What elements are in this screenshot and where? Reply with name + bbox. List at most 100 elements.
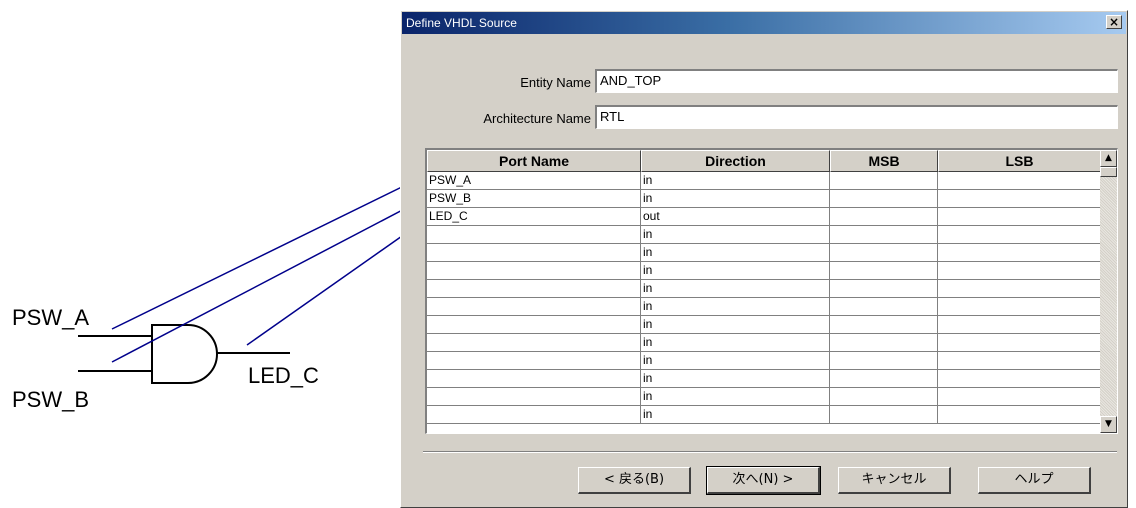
scroll-down-button[interactable]: ▼ — [1100, 416, 1117, 433]
architecture-name-label: Architecture Name — [483, 111, 591, 126]
table-row[interactable]: in — [427, 280, 1101, 298]
table-row[interactable]: in — [427, 352, 1101, 370]
table-row[interactable]: in — [427, 334, 1101, 352]
port-name-cell[interactable]: PSW_B — [427, 190, 641, 208]
arrow-psw-b — [111, 204, 413, 363]
table-row[interactable]: in — [427, 262, 1101, 280]
table-row[interactable]: PSW_A in — [427, 172, 1101, 190]
port-name-cell[interactable] — [427, 370, 641, 388]
lsb-cell[interactable] — [938, 316, 1101, 334]
direction-cell[interactable]: in — [641, 370, 830, 388]
lsb-cell[interactable] — [938, 352, 1101, 370]
port-name-cell[interactable] — [427, 316, 641, 334]
msb-cell[interactable] — [830, 208, 938, 226]
table-row[interactable]: in — [427, 226, 1101, 244]
port-grid: Port Name Direction MSB LSB PSW_A in PSW_B… — [425, 148, 1118, 434]
table-row[interactable]: in — [427, 406, 1101, 424]
direction-cell[interactable]: in — [641, 298, 830, 316]
table-row[interactable]: in — [427, 316, 1101, 334]
msb-cell[interactable] — [830, 226, 938, 244]
port-name-cell[interactable] — [427, 244, 641, 262]
msb-cell[interactable] — [830, 370, 938, 388]
table-row[interactable]: in — [427, 388, 1101, 406]
column-header-lsb[interactable]: LSB — [938, 150, 1101, 172]
port-name-cell[interactable]: PSW_A — [427, 172, 641, 190]
output-label: LED_C — [248, 363, 319, 388]
lsb-cell[interactable] — [938, 208, 1101, 226]
direction-cell[interactable]: in — [641, 388, 830, 406]
msb-cell[interactable] — [830, 388, 938, 406]
next-button[interactable]: 次へ(N) > — [706, 466, 821, 495]
port-name-cell[interactable] — [427, 388, 641, 406]
direction-cell[interactable]: in — [641, 190, 830, 208]
port-name-cell[interactable]: LED_C — [427, 208, 641, 226]
lsb-cell[interactable] — [938, 334, 1101, 352]
entity-name-label: Entity Name — [520, 75, 591, 90]
lsb-cell[interactable] — [938, 190, 1101, 208]
column-header-direction[interactable]: Direction — [641, 150, 830, 172]
port-name-cell[interactable] — [427, 226, 641, 244]
help-button[interactable]: ヘルプ — [978, 467, 1091, 494]
and-gate-symbol — [151, 324, 218, 384]
input-b-label: PSW_B — [12, 387, 90, 412]
column-header-port-name[interactable]: Port Name — [427, 150, 641, 172]
msb-cell[interactable] — [830, 172, 938, 190]
close-button[interactable]: × — [1106, 15, 1122, 29]
direction-cell[interactable]: in — [641, 244, 830, 262]
port-name-cell[interactable] — [427, 262, 641, 280]
msb-cell[interactable] — [830, 334, 938, 352]
scroll-up-icon: ▲ — [1105, 153, 1112, 163]
lsb-cell[interactable] — [938, 172, 1101, 190]
direction-cell[interactable]: in — [641, 280, 830, 298]
msb-cell[interactable] — [830, 280, 938, 298]
port-name-cell[interactable] — [427, 298, 641, 316]
lsb-cell[interactable] — [938, 298, 1101, 316]
title-bar[interactable]: Define VHDL Source × — [402, 12, 1126, 34]
architecture-name-input[interactable]: RTL — [595, 105, 1118, 129]
column-header-msb[interactable]: MSB — [830, 150, 938, 172]
direction-cell[interactable]: in — [641, 406, 830, 424]
scroll-down-icon: ▼ — [1105, 419, 1112, 429]
entity-name-input[interactable]: AND_TOP — [595, 69, 1118, 93]
table-row[interactable]: in — [427, 244, 1101, 262]
direction-cell[interactable]: in — [641, 316, 830, 334]
port-name-cell[interactable] — [427, 280, 641, 298]
lsb-cell[interactable] — [938, 406, 1101, 424]
msb-cell[interactable] — [830, 190, 938, 208]
lsb-cell[interactable] — [938, 370, 1101, 388]
direction-cell[interactable]: in — [641, 334, 830, 352]
dialog-title: Define VHDL Source — [406, 16, 517, 30]
lsb-cell[interactable] — [938, 280, 1101, 298]
direction-cell[interactable]: out — [641, 208, 830, 226]
lsb-cell[interactable] — [938, 388, 1101, 406]
input-a-label: PSW_A — [12, 305, 90, 330]
direction-cell[interactable]: in — [641, 352, 830, 370]
define-vhdl-source-dialog: Define VHDL Source × Entity Name AND_TOP… — [400, 10, 1128, 508]
msb-cell[interactable] — [830, 352, 938, 370]
port-name-cell[interactable] — [427, 334, 641, 352]
cancel-button[interactable]: キャンセル — [838, 467, 951, 494]
scroll-up-button[interactable]: ▲ — [1100, 150, 1117, 167]
port-name-cell[interactable] — [427, 352, 641, 370]
msb-cell[interactable] — [830, 316, 938, 334]
back-button[interactable]: < 戻る(B) — [578, 467, 691, 494]
table-row[interactable]: LED_C out — [427, 208, 1101, 226]
table-row[interactable]: PSW_B in — [427, 190, 1101, 208]
port-name-cell[interactable] — [427, 406, 641, 424]
table-row[interactable]: in — [427, 298, 1101, 316]
direction-cell[interactable]: in — [641, 262, 830, 280]
direction-cell[interactable]: in — [641, 172, 830, 190]
scroll-thumb[interactable] — [1100, 167, 1117, 177]
lsb-cell[interactable] — [938, 244, 1101, 262]
msb-cell[interactable] — [830, 262, 938, 280]
msb-cell[interactable] — [830, 298, 938, 316]
grid-vertical-scrollbar[interactable]: ▲ ▼ — [1100, 150, 1117, 433]
msb-cell[interactable] — [830, 406, 938, 424]
close-icon: × — [1108, 15, 1120, 29]
grid-header: Port Name Direction MSB LSB — [427, 150, 1101, 172]
direction-cell[interactable]: in — [641, 226, 830, 244]
lsb-cell[interactable] — [938, 262, 1101, 280]
table-row[interactable]: in — [427, 370, 1101, 388]
msb-cell[interactable] — [830, 244, 938, 262]
lsb-cell[interactable] — [938, 226, 1101, 244]
